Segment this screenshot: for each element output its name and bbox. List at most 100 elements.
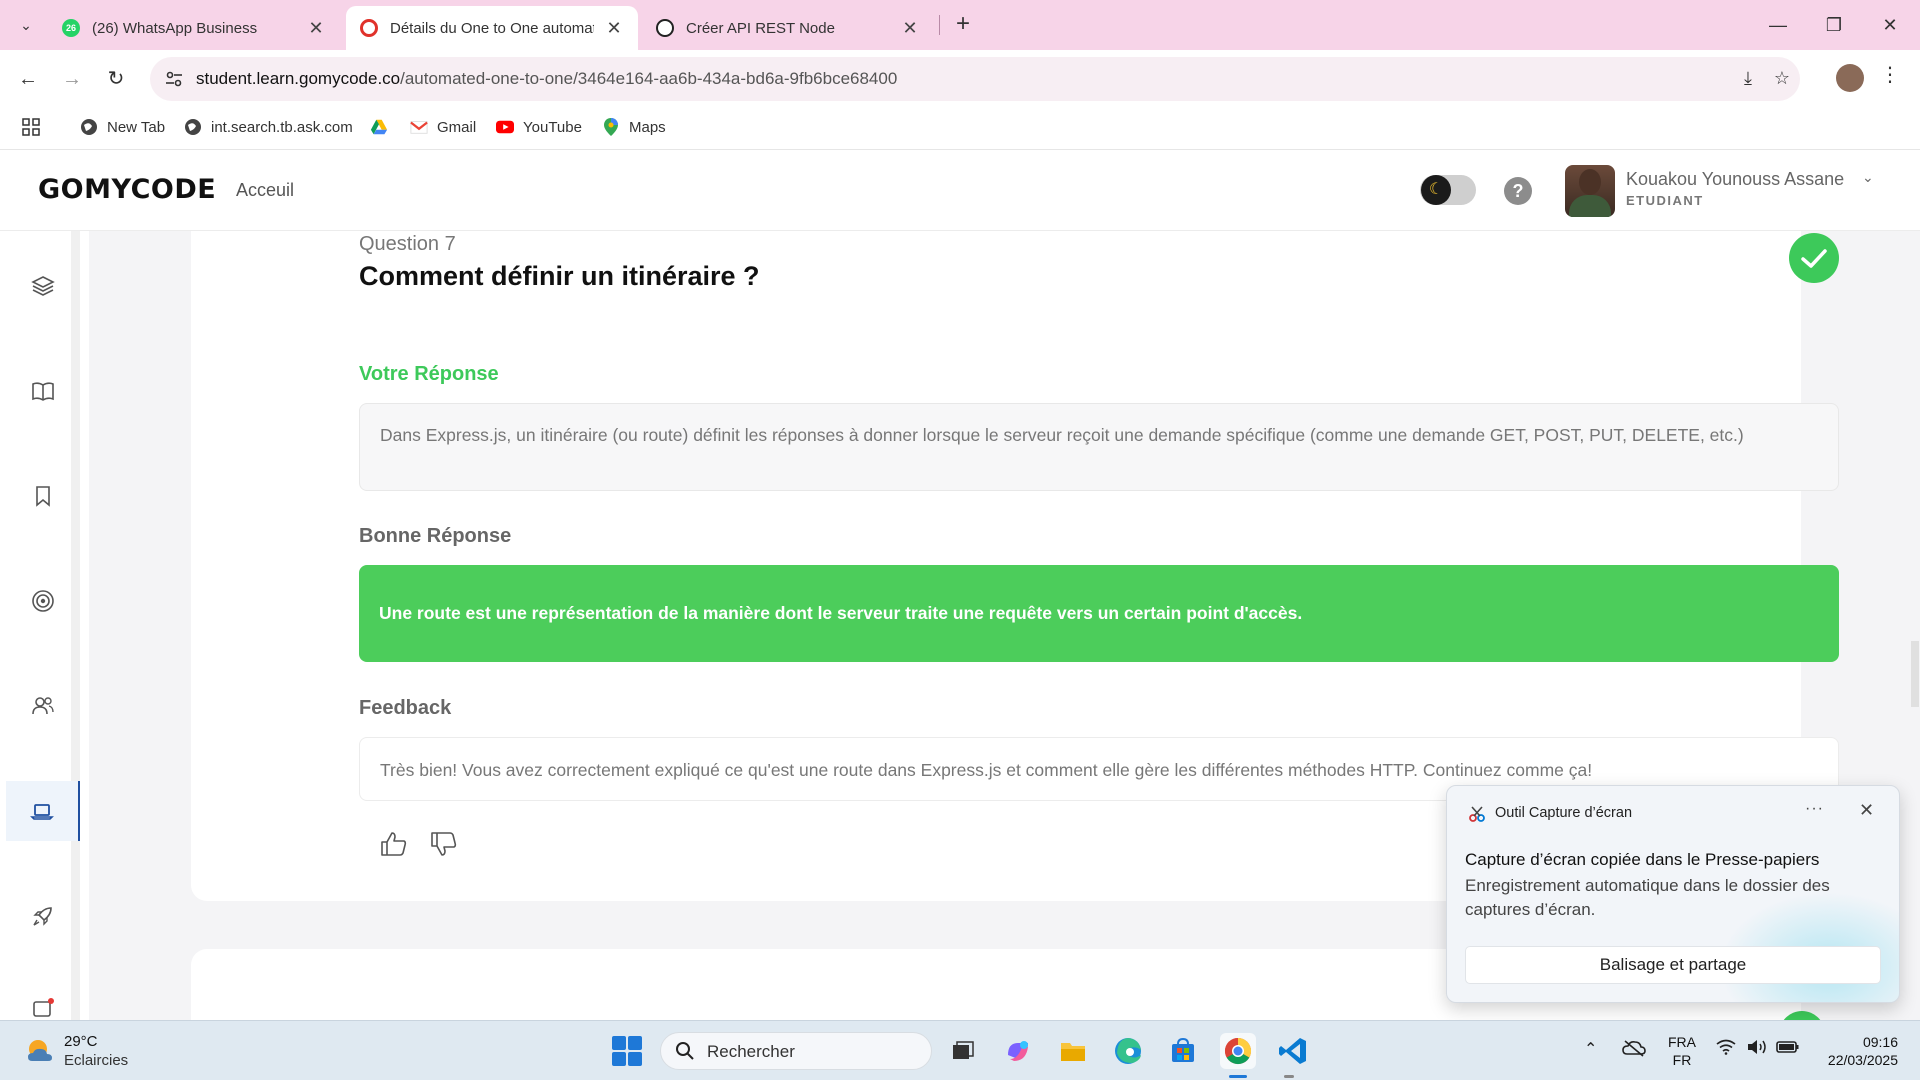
target-icon (32, 590, 54, 612)
system-clock[interactable]: 09:16 22/03/2025 (1818, 1033, 1898, 1069)
onedrive-offline-icon[interactable] (1622, 1039, 1646, 1062)
forward-button[interactable]: → (56, 63, 88, 95)
clock-time: 09:16 (1862, 1034, 1898, 1050)
globe-icon (80, 118, 98, 136)
correct-answer-text: Une route est une représentation de la m… (359, 565, 1839, 662)
drive-icon (370, 118, 388, 136)
tab-api-rest[interactable]: Créer API REST Node ✕ (642, 6, 934, 50)
edge-icon[interactable] (1110, 1033, 1146, 1069)
users-icon (32, 697, 54, 715)
snipping-tool-icon (1469, 806, 1485, 822)
close-tab-icon[interactable]: ✕ (306, 18, 326, 39)
file-explorer-icon[interactable] (1055, 1033, 1091, 1069)
install-app-icon[interactable]: ⤓ (1736, 68, 1760, 92)
youtube-icon (496, 118, 514, 136)
browser-menu-icon[interactable]: ⋮ (1880, 62, 1900, 87)
site-info-icon[interactable] (164, 69, 184, 89)
chevron-down-icon[interactable]: ⌄ (1862, 169, 1874, 186)
bookmark-label: New Tab (107, 118, 166, 136)
volume-icon[interactable] (1746, 1039, 1768, 1060)
snipping-tool-notification[interactable]: Outil Capture d’écran ··· ✕ Capture d’éc… (1446, 785, 1900, 1003)
bookmark-label: Gmail (437, 118, 477, 136)
thumbs-down-icon[interactable] (429, 829, 459, 859)
weather-description[interactable]: Eclaircies (64, 1052, 128, 1069)
globe-icon (184, 118, 202, 136)
tab-title: Créer API REST Node (686, 19, 835, 37)
more-options-icon[interactable]: ··· (1805, 800, 1824, 818)
vscode-icon[interactable] (1275, 1033, 1311, 1069)
sidebar-item-bookmark[interactable] (6, 466, 80, 526)
maps-pin-icon (602, 118, 620, 136)
page-scrollbar[interactable] (1911, 641, 1919, 707)
bookmark-maps[interactable]: Maps (602, 118, 666, 136)
notification-icon (33, 998, 54, 1017)
book-open-icon (32, 382, 54, 401)
bookmark-star-icon[interactable]: ☆ (1770, 68, 1794, 92)
address-bar[interactable]: student.learn.gomycode.co/automated-one-… (150, 57, 1800, 101)
weather-temperature[interactable]: 29°C (64, 1033, 98, 1050)
new-tab-button[interactable]: + (948, 10, 978, 40)
show-hidden-icons[interactable]: ⌃ (1584, 1039, 1597, 1059)
restore-button[interactable]: ❐ (1814, 10, 1854, 40)
sidebar-item-laptop[interactable] (6, 781, 80, 841)
bookmark-label: int.search.tb.ask.com (211, 118, 353, 136)
thumbs-up-icon[interactable] (379, 829, 409, 859)
url-path: /automated-one-to-one/3464e164-aa6b-434a… (400, 69, 898, 88)
tab-title: Détails du One to One automatisé (390, 19, 594, 37)
profile-avatar[interactable] (1836, 64, 1864, 92)
sidebar-item-notifications[interactable] (6, 981, 80, 1021)
bookmark-new-tab[interactable]: New Tab (80, 118, 165, 136)
copilot-icon[interactable] (1000, 1033, 1036, 1069)
apps-grid-icon[interactable] (22, 118, 40, 136)
markup-share-button[interactable]: Balisage et partage (1465, 946, 1881, 984)
battery-charging-icon[interactable] (1776, 1039, 1800, 1060)
sidebar-item-community[interactable] (6, 676, 80, 736)
close-tab-icon[interactable]: ✕ (604, 18, 624, 39)
close-tab-icon[interactable]: ✕ (900, 18, 920, 39)
nav-home-link[interactable]: Acceuil (236, 180, 294, 201)
question-title: Comment définir un itinéraire ? (359, 261, 760, 291)
bookmarks-bar: New Tab int.search.tb.ask.com Gmail YouT… (0, 108, 1920, 150)
start-button[interactable] (612, 1036, 642, 1066)
gomycode-favicon-icon (360, 19, 378, 37)
language-indicator[interactable]: FRA FR (1668, 1033, 1696, 1069)
task-view-icon[interactable] (944, 1033, 980, 1069)
wifi-icon[interactable] (1716, 1039, 1736, 1060)
tab-separator (939, 15, 940, 35)
language-code: FRA (1668, 1034, 1696, 1050)
taskbar-search[interactable]: Rechercher (660, 1032, 932, 1070)
dark-mode-toggle[interactable]: ☾ (1420, 175, 1476, 205)
tab-search-menu-icon[interactable]: ⌄ (10, 11, 42, 39)
sidebar-item-layers[interactable] (6, 256, 80, 316)
sidebar-item-launch[interactable] (6, 886, 80, 946)
user-role: ETUDIANT (1626, 193, 1704, 208)
question-number: Question 7 (359, 233, 456, 255)
chrome-icon[interactable] (1220, 1033, 1256, 1069)
back-button[interactable]: ← (12, 63, 44, 95)
keyboard-layout: FR (1672, 1052, 1692, 1068)
help-icon[interactable]: ? (1504, 177, 1532, 205)
sidebar-item-book[interactable] (6, 361, 80, 421)
your-answer-text: Dans Express.js, un itinéraire (ou route… (359, 403, 1839, 491)
close-icon[interactable]: ✕ (1859, 800, 1874, 821)
tab-one-to-one[interactable]: Détails du One to One automatisé ✕ (346, 6, 638, 50)
bookmark-drive[interactable] (370, 118, 397, 136)
microsoft-store-icon[interactable] (1165, 1033, 1201, 1069)
gomycode-logo[interactable]: GOMYCODE (38, 174, 216, 205)
whatsapp-icon: 26 (62, 19, 80, 37)
sidebar-item-target[interactable] (6, 571, 80, 631)
chatgpt-icon (656, 19, 674, 37)
bookmark-gmail[interactable]: Gmail (410, 118, 476, 136)
toast-body: Enregistrement automatique dans le dossi… (1465, 876, 1830, 919)
reload-button[interactable]: ↻ (100, 63, 132, 95)
tab-whatsapp[interactable]: 26 (26) WhatsApp Business ✕ (48, 6, 340, 50)
url-text[interactable]: student.learn.gomycode.co/automated-one-… (196, 69, 897, 89)
bookmark-int-search[interactable]: int.search.tb.ask.com (184, 118, 353, 136)
minimize-button[interactable]: — (1758, 10, 1798, 40)
close-window-button[interactable]: ✕ (1870, 10, 1910, 40)
user-avatar[interactable] (1565, 165, 1615, 217)
bookmark-youtube[interactable]: YouTube (496, 118, 582, 136)
user-name[interactable]: Kouakou Younouss Assane (1626, 169, 1844, 190)
clock-date: 22/03/2025 (1827, 1052, 1898, 1068)
weather-partly-sunny-icon[interactable] (24, 1035, 56, 1065)
